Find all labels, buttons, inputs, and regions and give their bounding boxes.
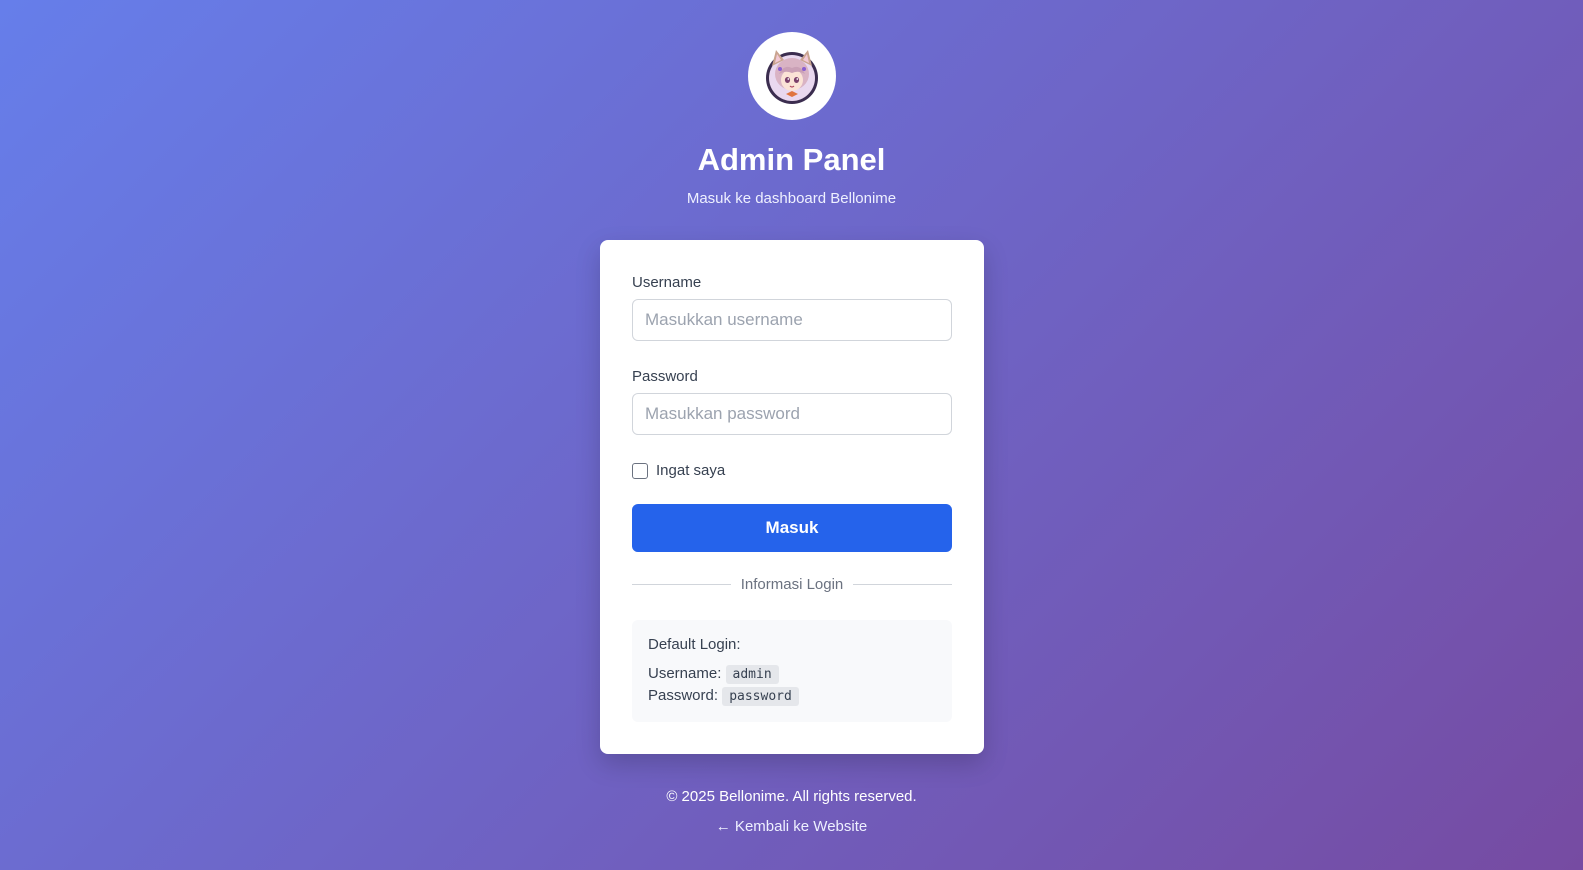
remember-me-checkbox[interactable] (632, 462, 648, 479)
page-subtitle: Masuk ke dashboard Bellonime (686, 190, 897, 207)
default-username-value: admin (725, 665, 779, 684)
login-info-divider: Informasi Login (632, 574, 952, 594)
login-submit-button[interactable]: Masuk (632, 504, 952, 552)
default-password-label: Password: (648, 687, 719, 704)
default-password-value: password (722, 687, 799, 706)
username-input[interactable] (632, 299, 952, 341)
default-login-info-box: Default Login: Username: admin Password:… (632, 620, 952, 722)
default-password-row: Password: password (648, 685, 936, 707)
back-to-website-link[interactable]: ← Kembali ke Website (716, 818, 867, 835)
password-input[interactable] (632, 393, 952, 435)
divider-line-left (632, 583, 731, 585)
site-logo (748, 32, 836, 120)
back-to-website-row: ← Kembali ke Website (0, 818, 1583, 835)
anime-avatar-logo-icon (766, 50, 818, 104)
divider-label: Informasi Login (740, 575, 844, 593)
copyright-text: © 2025 Bellonime. All rights reserved. (666, 788, 917, 805)
login-card: Username Password Ingat saya Masuk Infor… (600, 240, 984, 754)
default-login-title: Default Login: (648, 636, 741, 653)
default-username-row: Username: admin (648, 663, 936, 685)
login-page: Admin Panel Masuk ke dashboard Bellonime… (0, 0, 1583, 870)
divider-line-right (853, 583, 952, 585)
username-label: Username (632, 274, 702, 291)
password-label: Password (632, 368, 698, 385)
default-username-label: Username: (648, 665, 722, 682)
page-title: Admin Panel (697, 142, 886, 177)
remember-me-label[interactable]: Ingat saya (656, 462, 725, 479)
remember-me-row[interactable]: Ingat saya (632, 462, 725, 479)
